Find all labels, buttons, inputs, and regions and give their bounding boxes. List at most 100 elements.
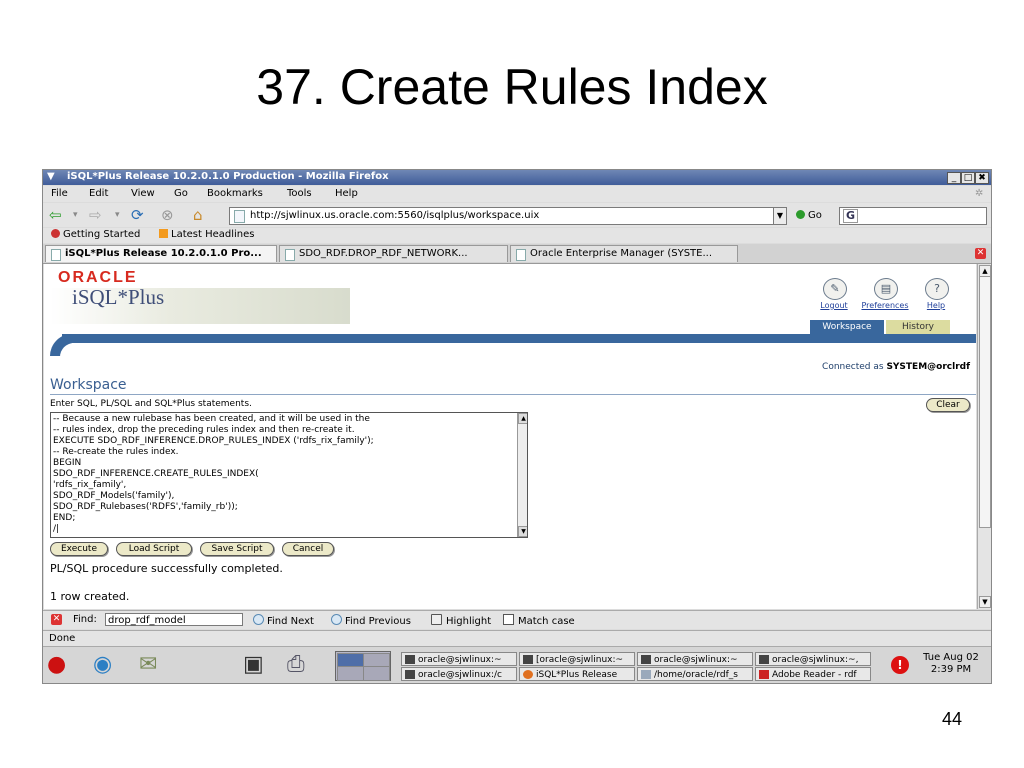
logout-icon[interactable]: ✎ [823,278,847,300]
tab-workspace[interactable]: Workspace [810,320,884,334]
editor-scroll-down-icon[interactable]: ▼ [518,526,527,537]
stop-icon[interactable]: ⊗ [161,206,174,224]
redhat-menu-icon[interactable]: ● [47,652,66,678]
task-terminal-4[interactable]: oracle@sjwlinux:~, [755,652,871,666]
workspace-4[interactable] [363,666,390,681]
search-field[interactable]: G [839,207,987,225]
status-text: Done [49,633,76,644]
editor-scroll-up-icon[interactable]: ▲ [518,413,527,424]
task-terminal-1[interactable]: oracle@sjwlinux:~ [401,652,517,666]
printer-icon[interactable]: ⎙ [287,652,305,678]
minimize-button[interactable]: _ [947,172,961,184]
url-field[interactable]: http://sjwlinux.us.oracle.com:5560/isqlp… [229,207,787,225]
load-script-button[interactable]: Load Script [116,542,192,556]
alert-icon[interactable]: ! [891,656,909,674]
tab-isqlplus[interactable]: iSQL*Plus Release 10.2.0.1.0 Pro... [45,245,277,262]
save-script-button[interactable]: Save Script [200,542,274,556]
connected-user: SYSTEM@orclrdf [886,362,970,372]
clear-button[interactable]: Clear [926,398,970,412]
header-divider-bar [62,334,976,343]
find-previous-icon [331,614,342,625]
connected-prefix: Connected as [822,362,884,372]
find-next-button[interactable]: Find Next [253,614,314,627]
menu-go[interactable]: Go [174,188,188,199]
scroll-thumb[interactable] [979,276,991,528]
slide-title: 37. Create Rules Index [256,59,768,115]
help-icon[interactable]: ? [925,278,949,300]
find-input[interactable]: drop_rdf_model [105,613,243,626]
execute-button[interactable]: Execute [50,542,108,556]
task-label: oracle@sjwlinux:/c [418,670,503,680]
go-icon [796,210,805,219]
terminal-icon[interactable]: ▣ [243,652,264,678]
sql-editor[interactable]: -- Because a new rulebase has been creat… [50,412,528,538]
status-bar: Done [43,630,991,646]
maximize-button[interactable]: □ [961,172,975,184]
terminal-small-icon [405,670,415,679]
close-find-icon[interactable]: ✕ [51,614,62,625]
task-terminal-5[interactable]: oracle@sjwlinux:/c [401,667,517,681]
tab-enterprise-manager[interactable]: Oracle Enterprise Manager (SYSTE... [510,245,738,262]
bookmark-getting-started[interactable]: Getting Started [51,229,140,240]
editor-line: 'rdfs_rix_family', [53,480,127,490]
editor-line: SDO_RDF_Rulebases('RDFS','family_rb')); [53,502,238,512]
search-engine-icon[interactable]: G [843,209,859,223]
taskbar-clock[interactable]: Tue Aug 02 2:39 PM [916,652,986,676]
preferences-icon[interactable]: ▤ [874,278,898,300]
firefox-icon [523,670,533,679]
editor-line: SDO_RDF_Models('family'), [53,491,175,501]
reload-icon[interactable]: ⟳ [131,206,144,224]
menu-bookmarks[interactable]: Bookmarks [207,188,263,199]
window-menu-icon[interactable]: ▼ [47,171,55,182]
forward-dropdown-icon[interactable]: ▾ [115,206,120,224]
forward-icon[interactable]: ⇨ [89,206,102,224]
tab-drop-rdf-network[interactable]: SDO_RDF.DROP_RDF_NETWORK... [279,245,508,262]
menu-edit[interactable]: Edit [89,188,108,199]
close-button[interactable]: ✖ [975,172,989,184]
highlight-button[interactable]: Highlight [431,614,491,627]
email-icon[interactable]: ✉ [139,652,157,678]
close-tab-icon[interactable]: ✕ [975,248,986,259]
menu-file[interactable]: File [51,188,68,199]
terminal-small-icon [641,655,651,664]
page-content: ORACLE iSQL*Plus ✎ ▤ ? Logout Preference… [44,264,976,609]
task-firefox[interactable]: iSQL*Plus Release [519,667,635,681]
back-icon[interactable]: ⇦ [49,206,62,224]
editor-line: END; [53,513,76,523]
task-terminal-3[interactable]: oracle@sjwlinux:~ [637,652,753,666]
tab-history[interactable]: History [886,320,950,334]
workspace-heading: Workspace [50,377,127,393]
window-titlebar: ▼ iSQL*Plus Release 10.2.0.1.0 Productio… [43,170,991,185]
tab-label: SDO_RDF.DROP_RDF_NETWORK... [299,248,468,259]
workspace-pager[interactable] [335,651,391,681]
editor-line: /| [53,524,60,534]
match-case-checkbox[interactable]: Match case [503,614,575,627]
web-browser-icon[interactable]: ◉ [93,652,112,678]
cancel-button[interactable]: Cancel [282,542,334,556]
back-dropdown-icon[interactable]: ▾ [73,206,78,224]
throbber-icon: ✲ [975,188,984,199]
page-scrollbar[interactable]: ▲ ▼ [977,264,991,609]
editor-scrollbar[interactable]: ▲ ▼ [517,413,527,537]
task-label: Adobe Reader - rdf [772,670,857,680]
find-next-icon [253,614,264,625]
task-label: [oracle@sjwlinux:~ [536,655,624,665]
terminal-small-icon [523,655,533,664]
help-link[interactable]: Help [906,301,966,310]
result-message: 1 row created. [50,590,130,603]
scroll-down-icon[interactable]: ▼ [979,596,991,608]
task-terminal-2[interactable]: [oracle@sjwlinux:~ [519,652,635,666]
workspace-3[interactable] [337,666,364,681]
find-previous-button[interactable]: Find Previous [331,614,411,627]
go-button[interactable]: Go [796,210,822,221]
menu-tools[interactable]: Tools [287,188,312,199]
highlight-icon [431,614,442,625]
task-file-manager[interactable]: /home/oracle/rdf_s [637,667,753,681]
menu-help[interactable]: Help [335,188,358,199]
menu-view[interactable]: View [131,188,155,199]
bookmark-latest-headlines[interactable]: Latest Headlines [159,229,255,240]
find-bar: ✕ Find: drop_rdf_model Find Next Find Pr… [43,610,991,629]
home-icon[interactable]: ⌂ [193,206,203,224]
url-dropdown-button[interactable]: ▼ [773,207,787,225]
task-adobe-reader[interactable]: Adobe Reader - rdf [755,667,871,681]
